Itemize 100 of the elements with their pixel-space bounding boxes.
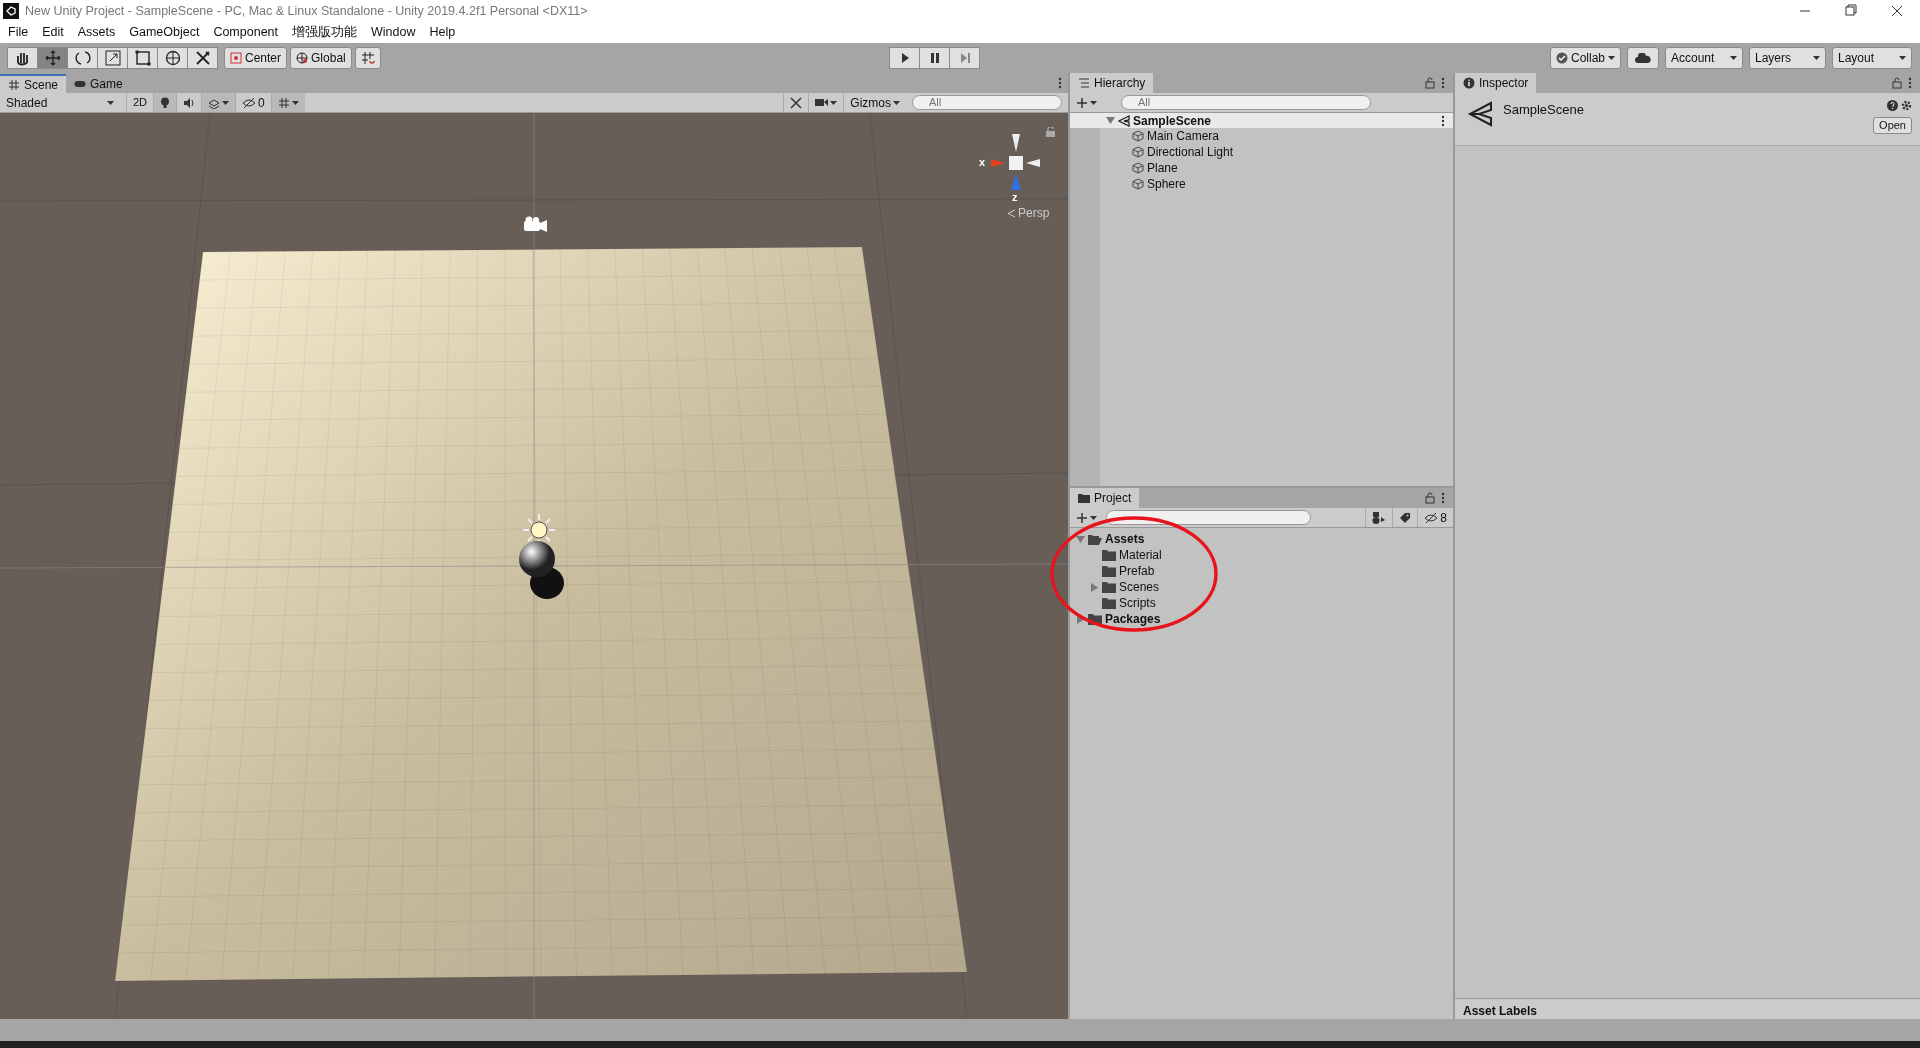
rotate-icon: [73, 49, 92, 67]
panel-tab[interactable]: Project: [1070, 488, 1140, 508]
hidden-objects-toggle[interactable]: 0: [235, 93, 271, 112]
tool-button[interactable]: [67, 47, 98, 69]
search-field[interactable]: [1106, 510, 1311, 525]
menu-item[interactable]: Assets: [77, 23, 116, 42]
more-icon[interactable]: [1441, 492, 1445, 504]
grid-toggle[interactable]: [270, 93, 305, 112]
more-icon[interactable]: [1441, 77, 1445, 89]
asset-name: SampleScene: [1503, 101, 1585, 119]
pivot-icon: [230, 52, 242, 64]
panel-tab[interactable]: Hierarchy: [1070, 73, 1154, 93]
tool-button[interactable]: [127, 47, 158, 69]
perspective-icon: [1007, 208, 1016, 218]
menu-item[interactable]: Window: [371, 23, 416, 42]
unity-scene-icon: [1118, 114, 1130, 127]
lock-icon[interactable]: [1046, 127, 1055, 137]
lock-icon[interactable]: [1892, 77, 1902, 89]
expand-arrow-icon[interactable]: [1076, 534, 1085, 544]
folder-icon: [1088, 613, 1102, 625]
menu-item[interactable]: Component: [213, 23, 278, 42]
menu-item[interactable]: Help: [429, 23, 456, 42]
caret-icon: [830, 100, 838, 105]
cloud-icon: [1635, 53, 1651, 63]
collab-button[interactable]: Collab: [1549, 47, 1621, 69]
lock-icon[interactable]: [1425, 492, 1435, 504]
menu-item[interactable]: 增强版功能: [292, 23, 357, 42]
folder-item[interactable]: Material: [1119, 547, 1162, 563]
panel-tab[interactable]: Scene: [0, 74, 67, 93]
transform-icon: [163, 49, 182, 67]
folder-item[interactable]: Prefab: [1119, 563, 1155, 579]
expand-arrow-icon[interactable]: [1106, 116, 1115, 125]
folder-item[interactable]: Scenes: [1119, 579, 1160, 595]
sphere: [519, 541, 555, 577]
search-field[interactable]: All: [1121, 95, 1371, 110]
hierarchy-item[interactable]: Main Camera: [1147, 128, 1220, 144]
tools-icon: [193, 49, 212, 67]
account-dropdown[interactable]: Account: [1665, 47, 1743, 69]
caret-icon: [1090, 100, 1097, 105]
more-icon[interactable]: [1058, 77, 1062, 89]
playback-button[interactable]: [889, 47, 920, 69]
plus-icon: [1076, 511, 1088, 524]
cube-icon: [1132, 162, 1144, 174]
tools-icon: [790, 96, 803, 109]
panel-tab[interactable]: Inspector: [1455, 73, 1537, 93]
layout-dropdown[interactable]: Layout: [1832, 47, 1912, 69]
menu-item[interactable]: GameObject: [129, 23, 200, 42]
expand-arrow-icon[interactable]: [1090, 582, 1099, 592]
caret-icon: [1899, 56, 1906, 60]
speaker-icon: [183, 97, 196, 108]
grid-snap-icon: [360, 51, 375, 65]
caret-icon: [1730, 56, 1737, 60]
open-button[interactable]: Open: [1873, 117, 1912, 134]
effects-toggle[interactable]: [201, 93, 236, 112]
camera-icon: [524, 216, 547, 232]
folder-icon: [1078, 492, 1090, 504]
caret-icon: [222, 100, 230, 105]
expand-arrow-icon[interactable]: [1076, 614, 1085, 624]
grid-icon: [277, 96, 290, 109]
cube-icon: [1132, 130, 1144, 142]
check-icon: [1555, 52, 1568, 64]
caret-icon: [1090, 515, 1097, 520]
lighting-toggle[interactable]: [153, 93, 177, 112]
lock-icon[interactable]: [1425, 77, 1435, 89]
more-icon[interactable]: [1908, 77, 1912, 89]
window-title: New Unity Project - SampleScene - PC, Mac & Linux Standalone - Unity 2019.4.2f1 Personal <DX11>: [25, 2, 589, 20]
projection-label[interactable]: Persp: [1007, 204, 1050, 222]
layers-dropdown[interactable]: Layers: [1749, 47, 1826, 69]
folder-item[interactable]: Packages: [1105, 611, 1161, 627]
caret-icon: [1608, 56, 1615, 60]
playback-button[interactable]: [919, 47, 950, 69]
hierarchy-item[interactable]: Sphere: [1147, 176, 1186, 192]
asset-labels-header: Asset Labels: [1455, 998, 1920, 1019]
search-field[interactable]: All: [912, 95, 1062, 110]
cloud-button[interactable]: [1627, 47, 1659, 69]
rect-icon: [133, 49, 152, 67]
hierarchy-item[interactable]: Plane: [1147, 160, 1178, 176]
more-icon[interactable]: [1441, 114, 1445, 127]
tool-button[interactable]: [187, 47, 218, 69]
unity-scene-icon: [1467, 101, 1493, 127]
globe-icon: [296, 52, 309, 64]
menu-item[interactable]: Edit: [42, 23, 64, 42]
cube-icon: [1132, 178, 1144, 190]
gizmos-dropdown[interactable]: Gizmos: [843, 93, 906, 112]
shading-dropdown[interactable]: Shaded: [0, 93, 120, 112]
tool-button[interactable]: [7, 47, 38, 69]
pivot-button[interactable]: Center: [224, 47, 288, 69]
hierarchy-item[interactable]: Directional Light: [1147, 144, 1234, 160]
tool-button[interactable]: [157, 47, 188, 69]
scale-icon: [103, 49, 122, 67]
panel-tab[interactable]: Game: [66, 74, 131, 93]
info-icon: [1463, 77, 1475, 89]
folder-item[interactable]: Assets: [1105, 531, 1145, 547]
help-icon[interactable]: [1887, 100, 1898, 111]
folder-icon: [1102, 597, 1116, 609]
snap-button[interactable]: [354, 47, 381, 69]
folder-item[interactable]: Scripts: [1119, 595, 1156, 611]
menu-item[interactable]: File: [8, 23, 29, 42]
settings-icon[interactable]: [1901, 100, 1912, 111]
space-button[interactable]: Global: [290, 47, 352, 69]
